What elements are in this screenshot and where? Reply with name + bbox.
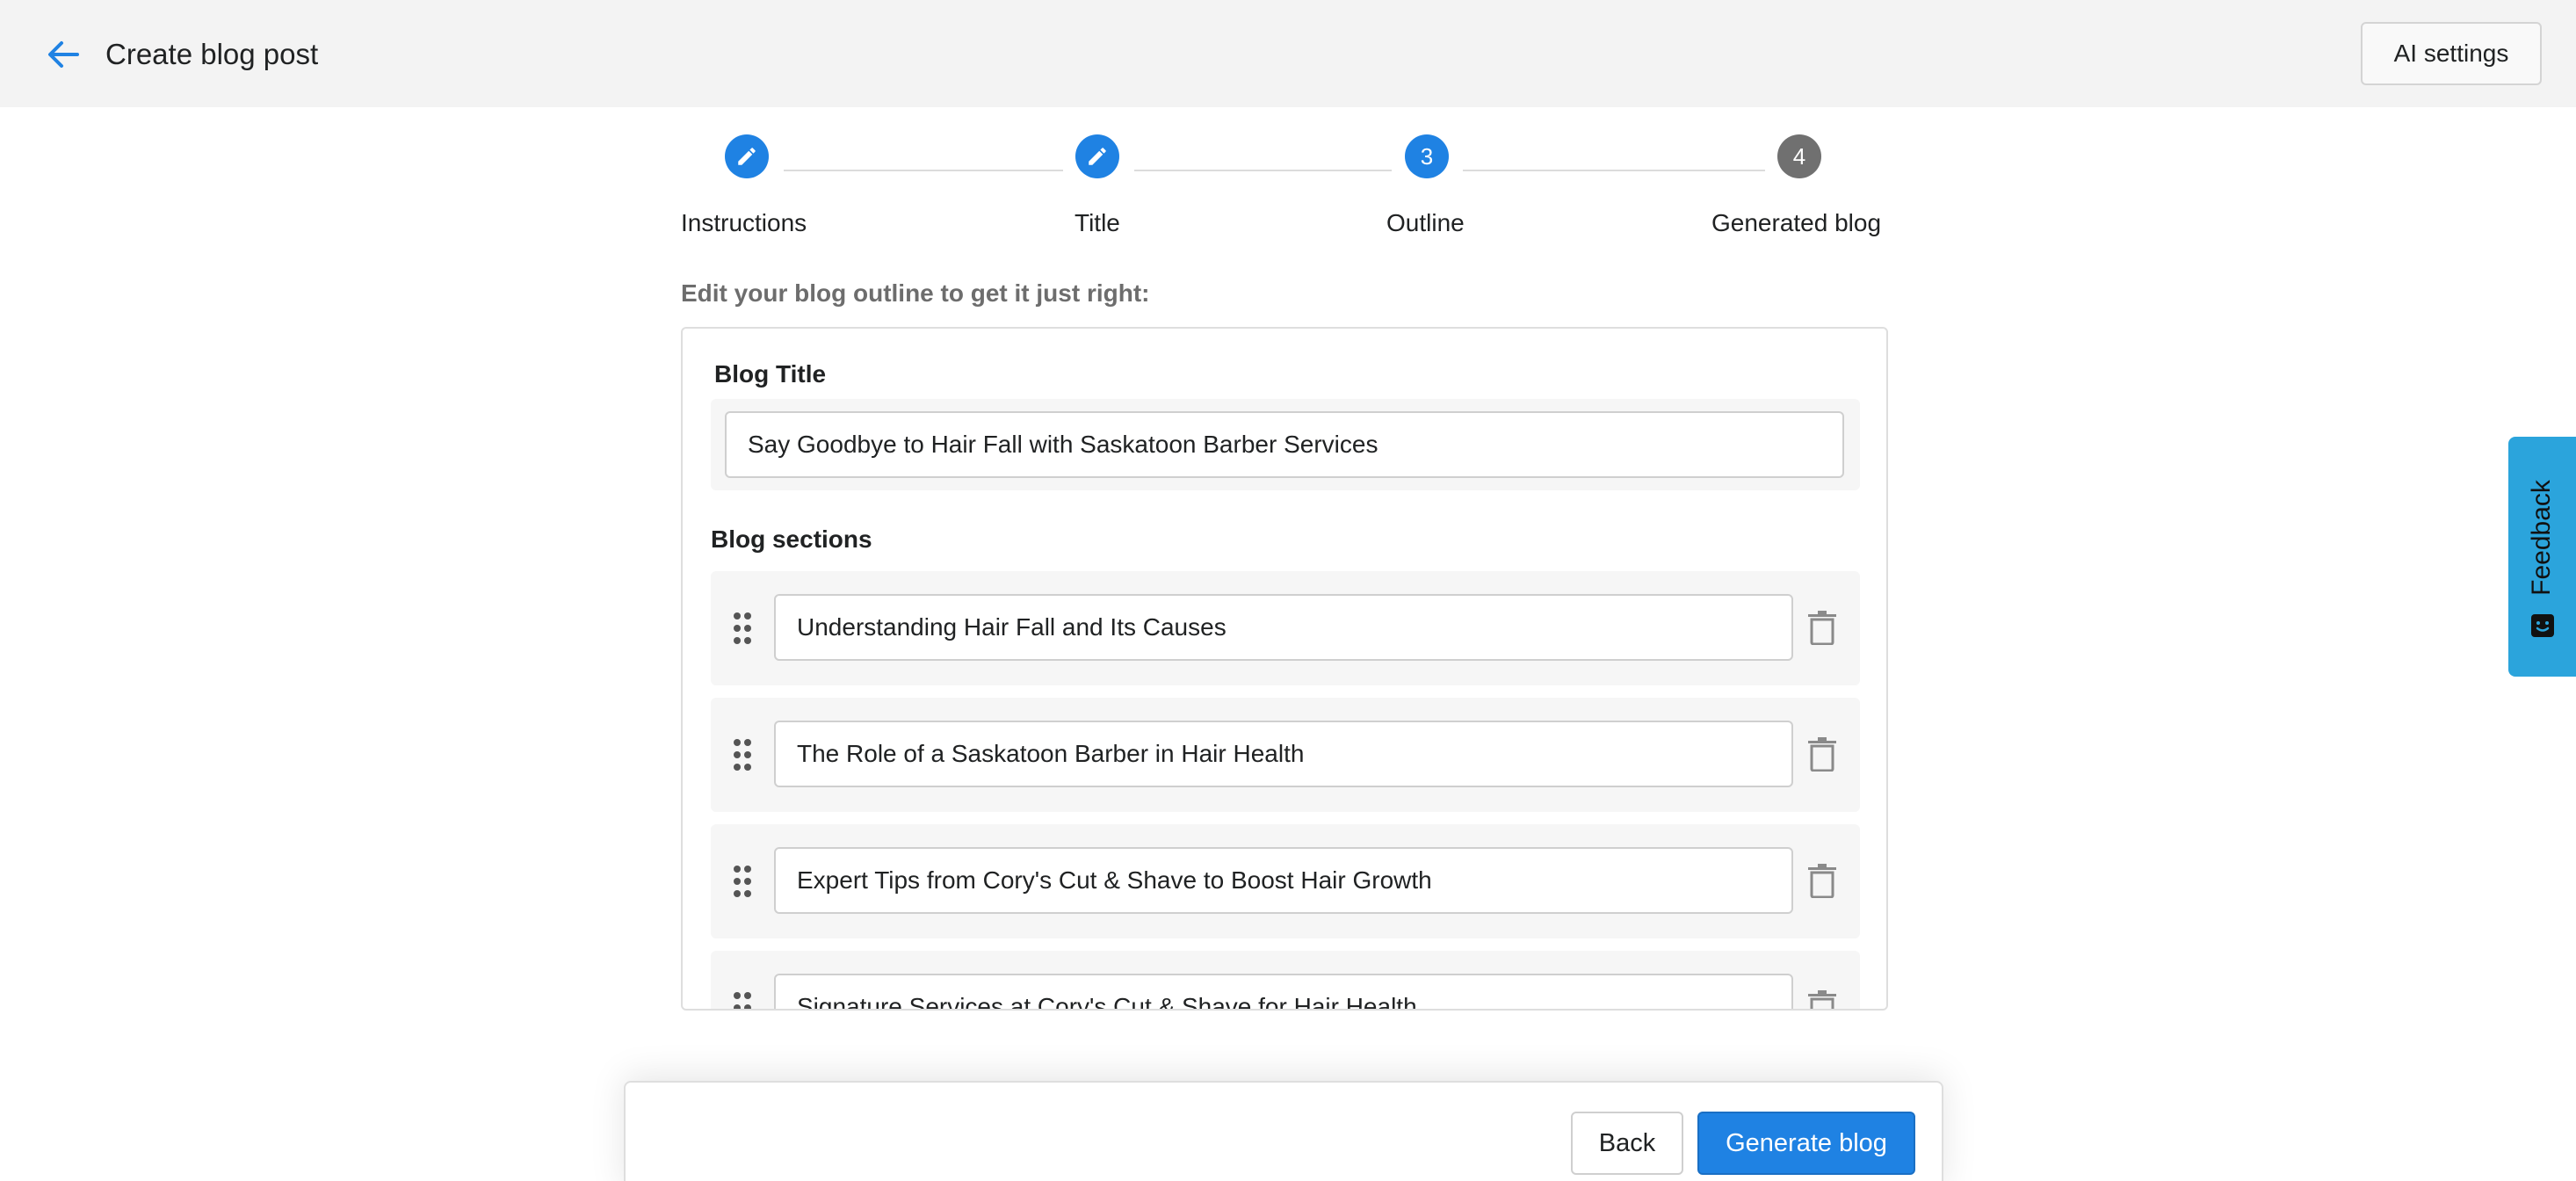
blog-section-row: Expert Tips from Cory's Cut & Shave to B…	[711, 824, 1860, 938]
feedback-tab[interactable]: Feedback	[2508, 437, 2576, 677]
step-connector	[784, 170, 1063, 171]
blog-section-row: Signature Services at Cory's Cut & Shave…	[711, 951, 1860, 1011]
blog-section-row: Understanding Hair Fall and Its Causes	[711, 571, 1860, 685]
pencil-icon	[1089, 148, 1106, 165]
back-button[interactable]: Back	[1571, 1112, 1683, 1175]
trash-icon[interactable]	[1807, 736, 1837, 772]
trash-icon[interactable]	[1807, 863, 1837, 898]
blog-title-label: Blog Title	[714, 360, 827, 388]
outline-instruction: Edit your blog outline to get it just ri…	[681, 279, 1150, 307]
step-label-title: Title	[1075, 209, 1120, 236]
feedback-label: Feedback	[2527, 480, 2556, 596]
pencil-icon	[738, 148, 756, 165]
step-title-indicator[interactable]	[1075, 134, 1119, 178]
blog-section-row: The Role of a Saskatoon Barber in Hair H…	[711, 698, 1860, 812]
step-label-generated-blog: Generated blog	[1711, 209, 1882, 236]
drag-handle-icon[interactable]	[732, 612, 753, 645]
blog-title-block: Say Goodbye to Hair Fall with Saskatoon …	[711, 399, 1860, 490]
step-outline-indicator[interactable]: 3	[1405, 134, 1449, 178]
blog-section-input[interactable]: Expert Tips from Cory's Cut & Shave to B…	[774, 847, 1793, 914]
step-label-instructions: Instructions	[681, 209, 807, 236]
smiley-chat-icon	[2531, 614, 2554, 637]
step-connector	[1463, 170, 1765, 171]
blog-section-input[interactable]: The Role of a Saskatoon Barber in Hair H…	[774, 721, 1793, 787]
drag-handle-icon[interactable]	[732, 865, 753, 898]
step-label-outline: Outline	[1386, 209, 1465, 236]
outline-editor-card: Blog Title Say Goodbye to Hair Fall with…	[681, 327, 1888, 1011]
drag-handle-icon[interactable]	[732, 991, 753, 1011]
blog-sections-label: Blog sections	[711, 525, 872, 553]
blog-section-input[interactable]: Signature Services at Cory's Cut & Shave…	[774, 974, 1793, 1009]
app-window: Create blog post AI settings 3 4 Instruc…	[0, 0, 2576, 1181]
trash-icon[interactable]	[1807, 989, 1837, 1011]
drag-handle-icon[interactable]	[732, 738, 753, 772]
blog-title-input[interactable]: Say Goodbye to Hair Fall with Saskatoon …	[725, 411, 1844, 478]
blog-section-input[interactable]: Understanding Hair Fall and Its Causes	[774, 594, 1793, 661]
generate-blog-button[interactable]: Generate blog	[1697, 1112, 1915, 1175]
step-connector	[1134, 170, 1392, 171]
step-generated-blog-indicator[interactable]: 4	[1777, 134, 1821, 178]
progress-stepper: 3 4 Instructions Title Outline Generated…	[0, 0, 2576, 264]
trash-icon[interactable]	[1807, 610, 1837, 645]
step-instructions-indicator[interactable]	[725, 134, 769, 178]
